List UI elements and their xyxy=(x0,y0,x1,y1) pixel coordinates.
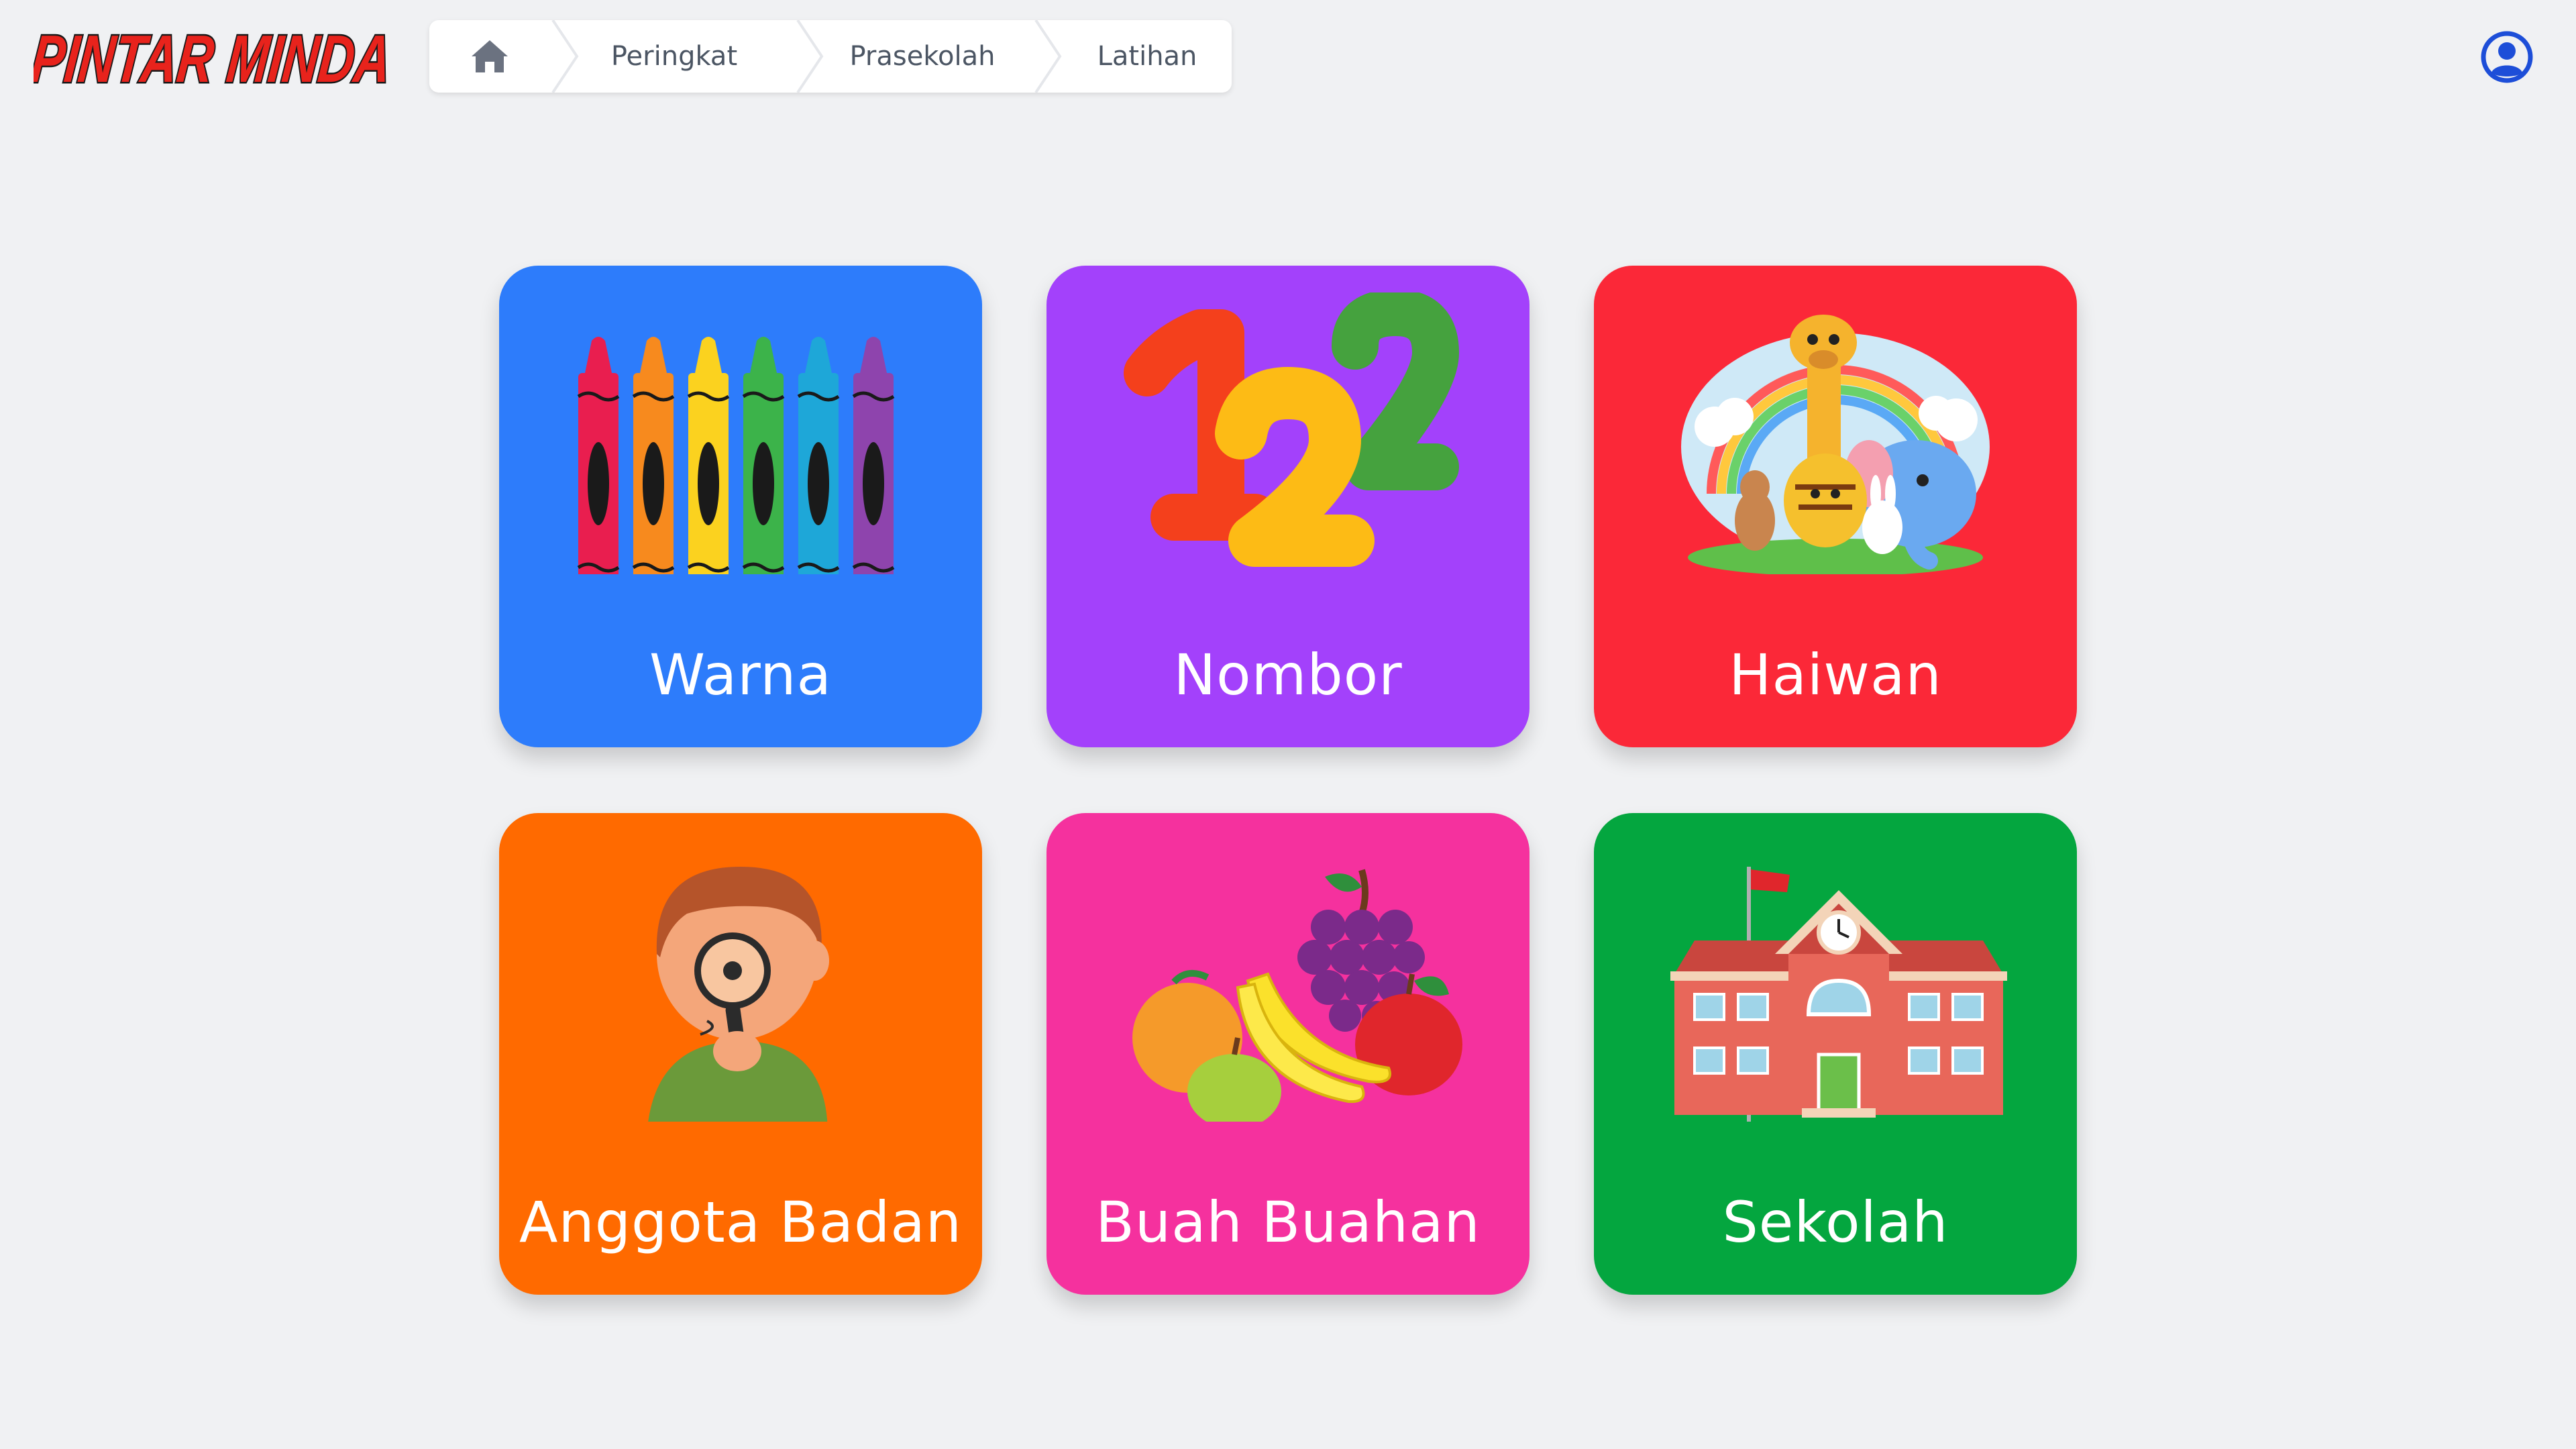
svg-text:PINTAR MINDA: PINTAR MINDA xyxy=(34,21,394,97)
tile-warna[interactable]: Warna xyxy=(499,266,982,747)
breadcrumb-item-latihan[interactable]: Latihan xyxy=(1046,20,1232,93)
user-icon[interactable] xyxy=(2481,31,2533,83)
numbers-123-icon xyxy=(1124,292,1459,567)
school-building-icon xyxy=(1670,867,2007,1122)
logo[interactable]: PINTAR MINDA xyxy=(26,17,399,99)
tile-sekolah[interactable]: Sekolah xyxy=(1594,813,2077,1295)
tile-label: Warna xyxy=(649,642,832,708)
breadcrumb-item-peringkat[interactable]: Peringkat xyxy=(550,20,798,93)
tile-label: Anggota Badan xyxy=(519,1189,962,1255)
tile-haiwan[interactable]: Haiwan xyxy=(1594,266,2077,747)
tile-anggota-badan[interactable]: Anggota Badan xyxy=(499,813,982,1295)
tile-label: Sekolah xyxy=(1722,1189,1949,1255)
breadcrumb-label: Prasekolah xyxy=(849,41,996,72)
breadcrumb-label: Peringkat xyxy=(610,41,738,72)
breadcrumb-item-prasekolah[interactable]: Prasekolah xyxy=(798,20,1046,93)
tile-label: Haiwan xyxy=(1729,642,1942,708)
tile-label: Nombor xyxy=(1173,642,1403,708)
breadcrumb: Peringkat Prasekolah Latihan xyxy=(429,20,1232,93)
tile-nombor[interactable]: Nombor xyxy=(1046,266,1529,747)
boy-magnifier-icon xyxy=(648,867,829,1122)
breadcrumb-label: Latihan xyxy=(1097,41,1197,72)
tile-label: Buah Buahan xyxy=(1095,1189,1481,1255)
fruits-icon xyxy=(1132,869,1462,1122)
tile-buah-buahan[interactable]: Buah Buahan xyxy=(1046,813,1529,1295)
animals-icon xyxy=(1681,315,1990,574)
crayons-icon xyxy=(577,337,895,574)
home-icon[interactable] xyxy=(429,20,550,93)
